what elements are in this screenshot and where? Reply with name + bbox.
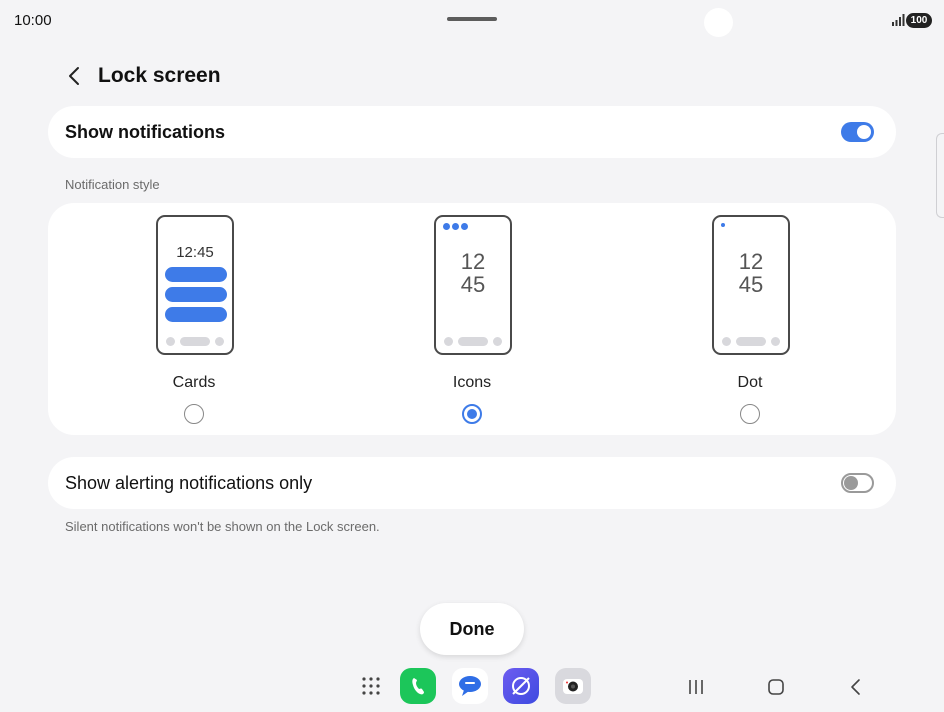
preview-time-bottom: 45 [738,272,764,297]
cards-radio[interactable] [184,404,204,424]
preview-icon-dots [443,223,468,230]
header: Lock screen [62,60,221,92]
alerting-only-toggle[interactable] [841,473,874,493]
preview-card-bar [165,307,227,322]
status-bar: 10:00 100 [0,0,944,40]
top-handle [447,17,497,21]
chevron-left-icon [69,67,79,85]
preview-nav [444,337,502,346]
recents-icon[interactable] [684,676,708,698]
done-button[interactable]: Done [420,603,524,655]
back-button[interactable] [62,60,86,92]
preview-card-bar [165,287,227,302]
alerting-only-hint: Silent notifications won't be shown on t… [65,519,380,534]
home-icon[interactable] [764,676,788,698]
cards-label: Cards [172,374,216,391]
dot-preview: 12 45 [712,215,790,355]
camera-cutout [704,8,733,37]
edge-panel-handle[interactable] [936,133,944,218]
camera-app-icon[interactable] [555,668,591,704]
cards-preview: 12:45 [156,215,234,355]
icons-radio[interactable] [462,404,482,424]
back-nav-icon[interactable] [844,676,868,698]
battery-icon: 100 [906,13,932,28]
preview-nav [166,337,224,346]
phone-app-icon[interactable] [400,668,436,704]
style-option-dot[interactable]: 12 45 Dot [650,203,850,435]
status-time: 10:00 [14,12,52,29]
taskbar [0,668,944,706]
show-notifications-label: Show notifications [65,121,225,142]
preview-card-bar [165,267,227,282]
icons-preview: 12 45 [434,215,512,355]
notification-style-card: 12:45 Cards 12 45 Icons 12 45 Dot [48,203,896,435]
dot-label: Dot [737,374,763,391]
preview-nav [722,337,780,346]
show-notifications-row[interactable]: Show notifications [48,106,896,158]
signal-icon [892,14,905,26]
preview-time: 12:45 [176,244,214,261]
icons-label: Icons [452,374,492,391]
internet-app-icon[interactable] [503,668,539,704]
apps-grid-icon[interactable] [353,668,389,704]
preview-time-bottom: 45 [460,272,486,297]
show-notifications-toggle[interactable] [841,122,874,142]
messages-app-icon[interactable] [452,668,488,704]
dot-radio[interactable] [740,404,760,424]
page-title: Lock screen [98,64,221,87]
notification-style-heading: Notification style [65,177,160,192]
preview-dot [721,223,725,227]
style-option-cards[interactable]: 12:45 Cards [94,203,294,435]
alerting-only-label: Show alerting notifications only [65,472,313,493]
preview-time-top: 12 [460,249,486,274]
style-option-icons[interactable]: 12 45 Icons [372,203,572,435]
preview-time-top: 12 [738,249,764,274]
alerting-only-row[interactable]: Show alerting notifications only [48,457,896,509]
